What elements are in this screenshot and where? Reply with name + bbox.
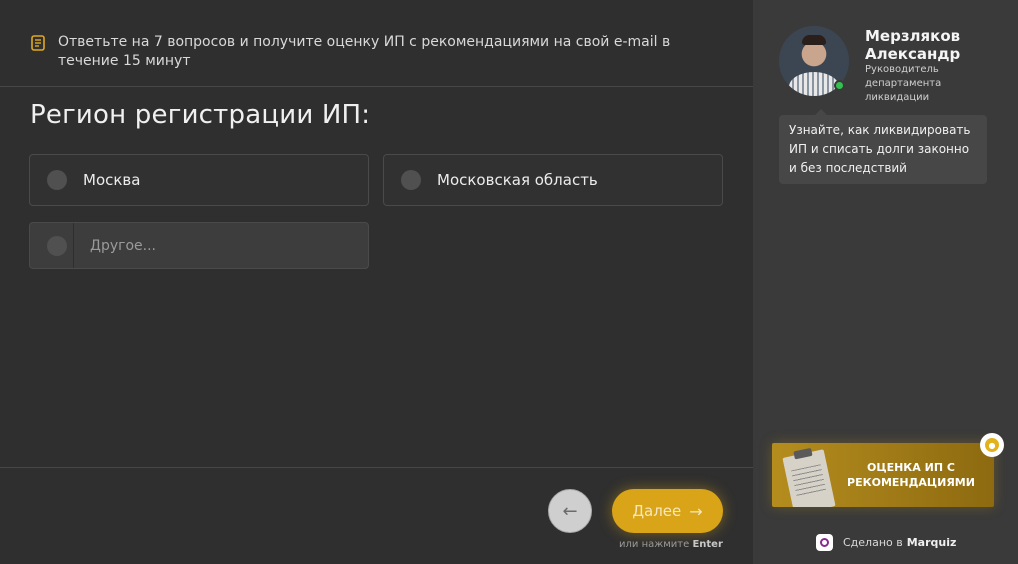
bonus-title: ОЦЕНКА ИП С РЕКОМЕНДАЦИЯМИ xyxy=(847,461,975,489)
lock-icon: ● xyxy=(980,433,1004,457)
next-label: Далее xyxy=(632,502,682,520)
quiz-info-text: Ответьте на 7 вопросов и получите оценку… xyxy=(58,34,671,69)
clipboard-image xyxy=(782,449,836,507)
bonus-card[interactable]: ОЦЕНКА ИП С РЕКОМЕНДАЦИЯМИ xyxy=(772,443,994,507)
divider xyxy=(73,223,74,268)
question-title: Регион регистрации ИП: xyxy=(30,100,371,130)
option-moscow-region[interactable]: Московская область xyxy=(383,154,723,206)
made-prefix: Сделано в xyxy=(843,536,903,549)
next-button[interactable]: Далее → xyxy=(612,489,723,533)
manager-role: Руководитель департамента ликвидации xyxy=(865,64,942,103)
back-button[interactable]: ← xyxy=(548,489,592,533)
hint-key: Enter xyxy=(692,539,723,550)
manager-message: Узнайте, как ликвидировать ИП и списать … xyxy=(779,109,987,184)
option-label: Москва xyxy=(83,171,141,189)
arrow-right-icon: → xyxy=(689,501,703,521)
enter-hint: или нажмите Enter xyxy=(619,539,723,550)
avatar-shirt xyxy=(789,72,839,96)
made-with-marquiz[interactable]: Сделано в Marquiz xyxy=(816,534,956,551)
option-moscow[interactable]: Москва xyxy=(29,154,369,206)
online-status-dot xyxy=(834,80,845,91)
arrow-left-icon: ← xyxy=(562,500,578,522)
brand-name: Marquiz xyxy=(906,536,957,549)
avatar-hair xyxy=(802,35,826,45)
hint-prefix: или нажмите xyxy=(619,539,690,550)
radio-button[interactable] xyxy=(47,170,67,190)
radio-button[interactable] xyxy=(47,235,67,256)
marquiz-logo-icon xyxy=(816,534,833,551)
radio-button[interactable] xyxy=(401,170,421,190)
manager-name: Мерзляков Александр xyxy=(865,27,961,63)
quiz-main: Ответьте на 7 вопросов и получите оценку… xyxy=(0,0,753,564)
footer-divider xyxy=(0,467,753,468)
quiz-header: Ответьте на 7 вопросов и получите оценку… xyxy=(0,0,753,87)
option-label: Московская область xyxy=(437,171,598,189)
note-icon xyxy=(31,35,45,51)
other-input[interactable] xyxy=(90,223,368,268)
option-other[interactable] xyxy=(29,222,369,269)
